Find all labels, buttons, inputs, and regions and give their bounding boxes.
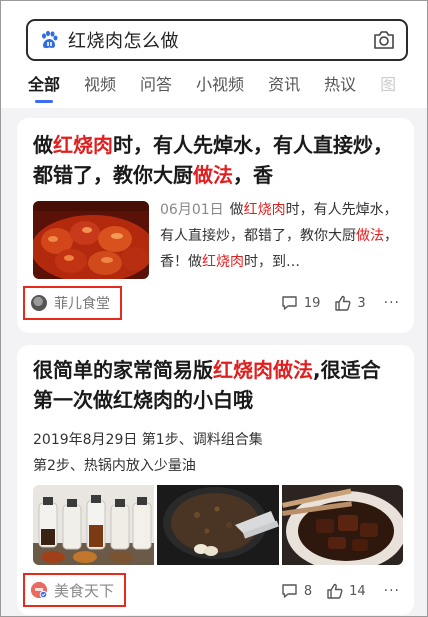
result-title[interactable]: 做红烧肉时，有人先焯水，有人直接炒，都错了，教你大厨做法，香 bbox=[33, 130, 400, 190]
source-label[interactable]: 美食天下 bbox=[23, 573, 127, 607]
baidu-paw-icon bbox=[42, 30, 58, 49]
tab-qa[interactable]: 问答 bbox=[140, 70, 172, 106]
comment-count-value: 8 bbox=[303, 583, 313, 599]
snippet-line: 2019年8月29日 第1步、调料组合集 bbox=[33, 432, 263, 448]
tab-trending[interactable]: 热议 bbox=[324, 70, 356, 106]
comment-icon bbox=[282, 584, 297, 598]
source-name[interactable]: 美食天下 bbox=[54, 580, 114, 601]
tab-all[interactable]: 全部 bbox=[28, 70, 60, 106]
result-title[interactable]: 很简单的家常简易版红烧肉做法,很适合第一次做红烧肉的小白哦 bbox=[33, 355, 400, 415]
text-segment: 很简单的家常简易版 bbox=[33, 358, 213, 382]
like-count-value: 14 bbox=[349, 583, 366, 599]
result-stats: 8 14 ··· bbox=[267, 583, 400, 599]
more-options-icon[interactable]: ··· bbox=[384, 295, 400, 311]
text-segment: 时，到… bbox=[244, 254, 300, 270]
tab-images[interactable]: 图 bbox=[380, 70, 396, 106]
highlight-text: 红烧肉 bbox=[243, 202, 286, 218]
result-image-strip bbox=[33, 485, 403, 565]
text-segment: ，香 bbox=[233, 163, 273, 187]
result-date: 06月01日 bbox=[160, 202, 224, 218]
comment-count[interactable]: 19 bbox=[281, 295, 321, 311]
avatar bbox=[31, 582, 47, 598]
source-label[interactable]: 菲儿食堂 bbox=[23, 286, 122, 320]
highlight-text: 红烧肉 bbox=[53, 133, 113, 157]
text-segment: 做 bbox=[33, 133, 53, 157]
highlight-text: 红烧肉做法 bbox=[213, 358, 313, 382]
source-name[interactable]: 菲儿食堂 bbox=[54, 293, 110, 313]
header: 红烧肉怎么做 全部 视频 问答 小视频 资讯 热议 图 bbox=[0, 0, 428, 108]
thumbs-up-icon bbox=[335, 295, 351, 311]
comment-count[interactable]: 8 bbox=[281, 583, 312, 599]
result-snippet: 2019年8月29日 第1步、调料组合集 第2步、热锅内放入少量油 bbox=[33, 427, 400, 479]
tab-bar: 全部 视频 问答 小视频 资讯 热议 图 bbox=[0, 70, 428, 108]
result-image[interactable] bbox=[281, 485, 403, 565]
comment-icon bbox=[282, 296, 297, 310]
highlight-text: 红烧肉 bbox=[202, 254, 244, 270]
tab-news[interactable]: 资讯 bbox=[268, 70, 300, 106]
search-bar[interactable]: 红烧肉怎么做 bbox=[26, 19, 408, 61]
snippet-line: 第2步、热锅内放入少量油 bbox=[33, 458, 196, 474]
avatar bbox=[31, 295, 47, 311]
result-stats: 19 3 ··· bbox=[267, 295, 400, 311]
like-count[interactable]: 14 bbox=[326, 583, 366, 599]
result-card[interactable]: 做红烧肉时，有人先焯水，有人直接炒，都错了，教你大厨做法，香 06月01日 做红烧… bbox=[17, 118, 414, 333]
result-snippet: 06月01日 做红烧肉时，有人先焯水，有人直接炒，都错了，教你大厨做法，香！做红烧… bbox=[160, 197, 406, 275]
search-input[interactable]: 红烧肉怎么做 bbox=[68, 27, 179, 53]
highlight-text: 做法 bbox=[193, 163, 233, 187]
like-count-value: 3 bbox=[357, 295, 366, 311]
comment-count-value: 19 bbox=[303, 295, 321, 311]
highlight-text: 做法 bbox=[356, 228, 384, 244]
result-card[interactable]: 很简单的家常简易版红烧肉做法,很适合第一次做红烧肉的小白哦 2019年8月29日… bbox=[17, 345, 414, 615]
result-image[interactable] bbox=[33, 485, 155, 565]
tab-short-video[interactable]: 小视频 bbox=[196, 70, 244, 106]
like-count[interactable]: 3 bbox=[334, 295, 366, 311]
more-options-icon[interactable]: ··· bbox=[384, 583, 400, 599]
text-segment: 做 bbox=[229, 202, 244, 218]
camera-icon[interactable] bbox=[373, 30, 395, 50]
result-image[interactable] bbox=[157, 485, 279, 565]
tab-video[interactable]: 视频 bbox=[84, 70, 116, 106]
result-thumbnail[interactable] bbox=[33, 201, 149, 279]
thumbs-up-icon bbox=[327, 583, 343, 599]
